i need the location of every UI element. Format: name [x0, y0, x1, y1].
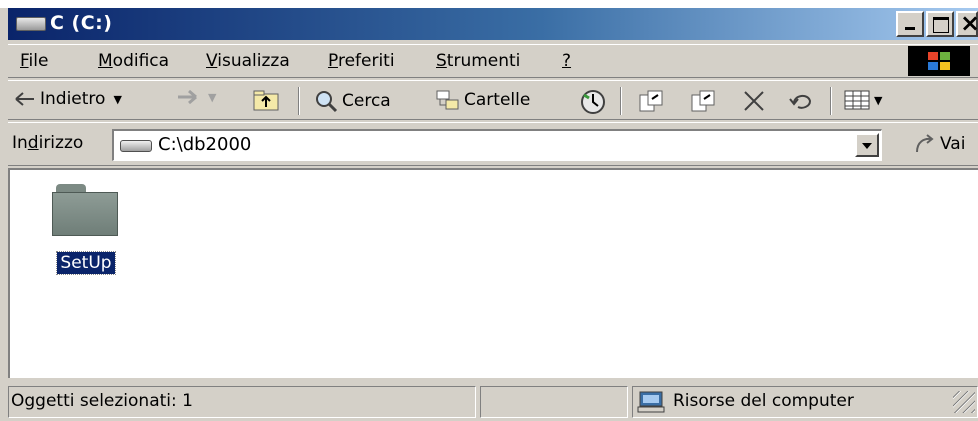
file-list[interactable]: SetUp: [8, 168, 978, 378]
minimize-button[interactable]: [896, 11, 924, 37]
address-value: C:\db2000: [158, 134, 252, 155]
windows-logo-icon: [908, 46, 970, 76]
status-selection: Oggetti selezionati: 1: [8, 386, 476, 418]
back-arrow-icon: [15, 92, 34, 106]
go-arrow-icon: [916, 134, 934, 153]
address-input[interactable]: C:\db2000: [112, 129, 882, 161]
up-button[interactable]: [252, 89, 280, 111]
title-bar[interactable]: C (C:): [8, 8, 978, 40]
menu-visualizza[interactable]: Visualizza: [206, 51, 290, 71]
resize-grip[interactable]: [953, 391, 975, 413]
toolbar-separator: [830, 87, 832, 115]
folder-icon: [52, 180, 118, 236]
menu-strumenti[interactable]: Strumenti: [436, 51, 520, 71]
status-location: Risorse del computer: [632, 386, 978, 418]
folder-item[interactable]: SetUp: [44, 180, 128, 275]
drive-icon: [16, 17, 46, 31]
close-button[interactable]: [956, 9, 978, 37]
drive-icon: [120, 140, 152, 152]
forward-dropdown-icon[interactable]: ▼: [208, 91, 216, 104]
views-icon: [844, 90, 870, 110]
forward-arrow-icon: [178, 89, 197, 105]
status-bar: Oggetti selezionati: 1 Risorse del compu…: [8, 380, 978, 421]
back-button[interactable]: Indietro ▼: [14, 89, 122, 109]
delete-button[interactable]: [742, 89, 766, 113]
history-button[interactable]: [580, 89, 606, 115]
views-dropdown-icon[interactable]: ▼: [874, 94, 882, 107]
menu-bar: File Modifica Visualizza Preferiti Strum…: [8, 44, 978, 78]
back-dropdown-icon[interactable]: ▼: [113, 93, 121, 106]
menu-file[interactable]: File: [20, 51, 48, 71]
back-label: Indietro: [40, 89, 106, 109]
copy-to-button[interactable]: [690, 89, 716, 113]
address-bar: Indirizzo C:\db2000 Vai: [8, 122, 978, 166]
undo-icon: [789, 95, 812, 109]
toolbar-separator: [298, 87, 300, 115]
search-button[interactable]: Cerca: [314, 89, 391, 113]
go-label: Vai: [940, 134, 966, 154]
delete-icon: [744, 91, 764, 111]
folders-icon: [436, 90, 459, 110]
move-to-icon: [639, 90, 663, 112]
copy-to-icon: [691, 90, 715, 112]
go-button[interactable]: Vai: [914, 133, 965, 155]
folders-label: Cartelle: [464, 90, 531, 110]
standard-toolbar: Indietro ▼ ▼ Cerca Cartelle ▼: [8, 80, 978, 120]
my-computer-icon: [637, 391, 665, 413]
address-label: Indirizzo: [12, 133, 84, 153]
search-label: Cerca: [342, 91, 391, 111]
views-button[interactable]: ▼: [844, 89, 882, 111]
undo-button[interactable]: [788, 89, 814, 111]
address-dropdown-button[interactable]: [855, 133, 879, 157]
menu-preferiti[interactable]: Preferiti: [328, 51, 395, 71]
menu-help[interactable]: ?: [562, 51, 571, 71]
folders-button[interactable]: Cartelle: [436, 89, 530, 111]
history-icon: [581, 90, 605, 114]
status-size: [480, 386, 628, 418]
up-folder-icon: [253, 90, 279, 111]
menu-modifica[interactable]: Modifica: [98, 51, 169, 71]
move-to-button[interactable]: [638, 89, 664, 113]
forward-button[interactable]: ▼: [176, 89, 216, 105]
toolbar-separator: [620, 87, 622, 115]
search-icon: [316, 91, 338, 113]
folder-name: SetUp: [56, 251, 116, 275]
window-title: C (C:): [50, 12, 113, 34]
maximize-button[interactable]: [926, 11, 954, 37]
